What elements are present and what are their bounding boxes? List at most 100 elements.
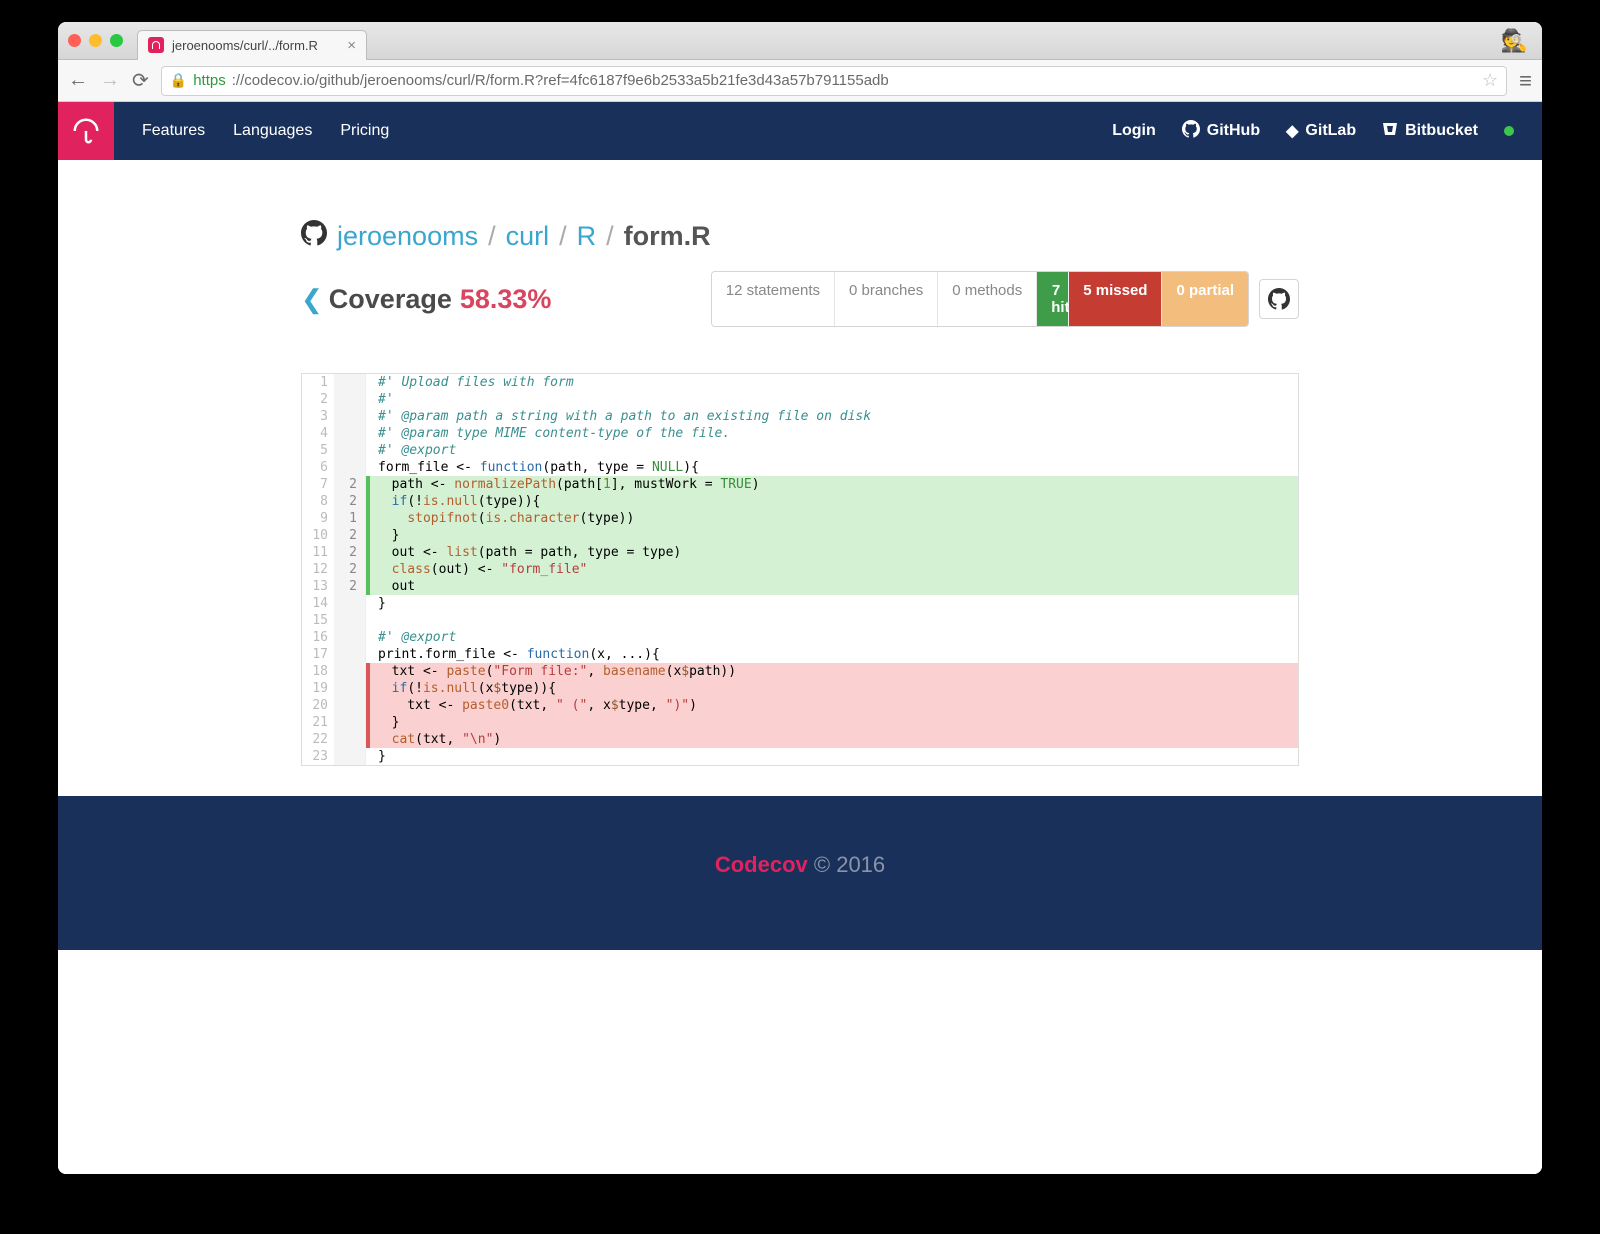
crumb-sep: /: [559, 221, 567, 252]
code-line[interactable]: 21 }: [302, 714, 1298, 731]
back-icon[interactable]: ←: [68, 69, 88, 92]
code-line[interactable]: 22 cat(txt, "\n"): [302, 731, 1298, 748]
browser-window: jeroenooms/curl/../form.R × 🕵️ ← → ⟳ 🔒 h…: [58, 22, 1542, 1174]
pill-missed[interactable]: 5 missed: [1069, 272, 1162, 326]
url-bar[interactable]: 🔒 https://codecov.io/github/jeroenooms/c…: [161, 66, 1507, 96]
source-text: if(!is.null(type)){: [370, 493, 1298, 510]
hit-count: [334, 663, 366, 680]
code-line[interactable]: 5#' @export: [302, 442, 1298, 459]
umbrella-icon: [71, 116, 101, 146]
nav-languages[interactable]: Languages: [233, 122, 312, 140]
hit-count: [334, 629, 366, 646]
source-text: cat(txt, "\n"): [370, 731, 1298, 748]
nav-right: Login GitHub ◆GitLab Bitbucket: [1112, 120, 1514, 143]
hit-count: [334, 408, 366, 425]
code-line[interactable]: 23}: [302, 748, 1298, 765]
code-line[interactable]: 2#': [302, 391, 1298, 408]
app-navbar: Features Languages Pricing Login GitHub …: [58, 102, 1542, 160]
page-content: jeroenooms / curl / R / form.R ❮ Coverag…: [58, 160, 1542, 1174]
code-line[interactable]: 15: [302, 612, 1298, 629]
view-on-github-button[interactable]: [1259, 279, 1299, 319]
maximize-icon[interactable]: [110, 34, 123, 47]
tab-title: jeroenooms/curl/../form.R: [172, 38, 318, 53]
hit-count: [334, 748, 366, 765]
brand-logo[interactable]: [58, 102, 114, 160]
code-line[interactable]: 132 out: [302, 578, 1298, 595]
source-text: txt <- paste("Form file:", basename(x$pa…: [370, 663, 1298, 680]
line-number: 5: [302, 442, 334, 459]
incognito-icon: 🕵️: [1501, 28, 1528, 54]
login-link[interactable]: Login: [1112, 122, 1156, 140]
pill-branches[interactable]: 0 branches: [835, 272, 938, 326]
code-line[interactable]: 122 class(out) <- "form_file": [302, 561, 1298, 578]
gitlab-link[interactable]: ◆GitLab: [1286, 121, 1356, 141]
code-line[interactable]: 72 path <- normalizePath(path[1], mustWo…: [302, 476, 1298, 493]
code-line[interactable]: 19 if(!is.null(x$type)){: [302, 680, 1298, 697]
hit-count: [334, 391, 366, 408]
code-line[interactable]: 17print.form_file <- function(x, ...){: [302, 646, 1298, 663]
code-line[interactable]: 20 txt <- paste0(txt, " (", x$type, ")"): [302, 697, 1298, 714]
pill-statements[interactable]: 12 statements: [712, 272, 835, 326]
window-controls: [68, 34, 123, 47]
pill-methods[interactable]: 0 methods: [938, 272, 1037, 326]
back-chevron-icon[interactable]: ❮: [301, 284, 323, 315]
code-line[interactable]: 3#' @param path a string with a path to …: [302, 408, 1298, 425]
crumb-dir[interactable]: R: [577, 221, 597, 252]
github-icon: [301, 220, 327, 253]
status-dot-icon: [1504, 126, 1514, 136]
browser-toolbar: ← → ⟳ 🔒 https://codecov.io/github/jeroen…: [58, 60, 1542, 102]
github-link[interactable]: GitHub: [1182, 120, 1260, 143]
hit-count: [334, 646, 366, 663]
bookmark-icon[interactable]: ☆: [1482, 70, 1498, 91]
nav-pricing[interactable]: Pricing: [340, 122, 389, 140]
line-number: 21: [302, 714, 334, 731]
close-icon[interactable]: [68, 34, 81, 47]
footer-year: © 2016: [814, 852, 885, 877]
code-line[interactable]: 18 txt <- paste("Form file:", basename(x…: [302, 663, 1298, 680]
code-line[interactable]: 82 if(!is.null(type)){: [302, 493, 1298, 510]
coverage-pct: 58.33%: [460, 284, 552, 315]
crumb-repo[interactable]: curl: [506, 221, 550, 252]
line-number: 14: [302, 595, 334, 612]
url-scheme: https: [193, 72, 226, 89]
pill-partial[interactable]: 0 partial: [1162, 272, 1248, 326]
source-text: out: [370, 578, 1298, 595]
source-text: #' @param type MIME content-type of the …: [372, 425, 1298, 442]
hit-count: [334, 731, 366, 748]
github-icon: [1182, 120, 1200, 143]
hit-count: 2: [334, 561, 366, 578]
code-line[interactable]: 16#' @export: [302, 629, 1298, 646]
hit-count: 2: [334, 578, 366, 595]
breadcrumb: jeroenooms / curl / R / form.R: [301, 220, 1299, 253]
close-tab-icon[interactable]: ×: [347, 37, 356, 54]
code-line[interactable]: 112 out <- list(path = path, type = type…: [302, 544, 1298, 561]
bitbucket-icon: [1382, 121, 1398, 142]
footer-brand[interactable]: Codecov: [715, 852, 808, 877]
favicon-icon: [148, 37, 164, 53]
reload-icon[interactable]: ⟳: [132, 68, 149, 93]
nav-features[interactable]: Features: [142, 122, 205, 140]
source-text: }: [370, 527, 1298, 544]
github-icon: [1268, 288, 1290, 310]
code-line[interactable]: 1#' Upload files with form: [302, 374, 1298, 391]
line-number: 19: [302, 680, 334, 697]
browser-tab[interactable]: jeroenooms/curl/../form.R ×: [137, 30, 367, 60]
gitlab-icon: ◆: [1286, 121, 1298, 141]
crumb-owner[interactable]: jeroenooms: [337, 221, 478, 252]
hit-count: [334, 714, 366, 731]
code-line[interactable]: 102 }: [302, 527, 1298, 544]
hit-count: 2: [334, 544, 366, 561]
source-text: if(!is.null(x$type)){: [370, 680, 1298, 697]
code-line[interactable]: 6form_file <- function(path, type = NULL…: [302, 459, 1298, 476]
pill-hits[interactable]: 7 hits: [1037, 272, 1069, 326]
line-number: 2: [302, 391, 334, 408]
code-line[interactable]: 91 stopifnot(is.character(type)): [302, 510, 1298, 527]
bitbucket-link[interactable]: Bitbucket: [1382, 121, 1478, 142]
footer: Codecov © 2016: [58, 796, 1542, 950]
menu-icon[interactable]: ≡: [1519, 68, 1532, 94]
code-line[interactable]: 4#' @param type MIME content-type of the…: [302, 425, 1298, 442]
code-line[interactable]: 14}: [302, 595, 1298, 612]
line-number: 8: [302, 493, 334, 510]
minimize-icon[interactable]: [89, 34, 102, 47]
line-number: 7: [302, 476, 334, 493]
